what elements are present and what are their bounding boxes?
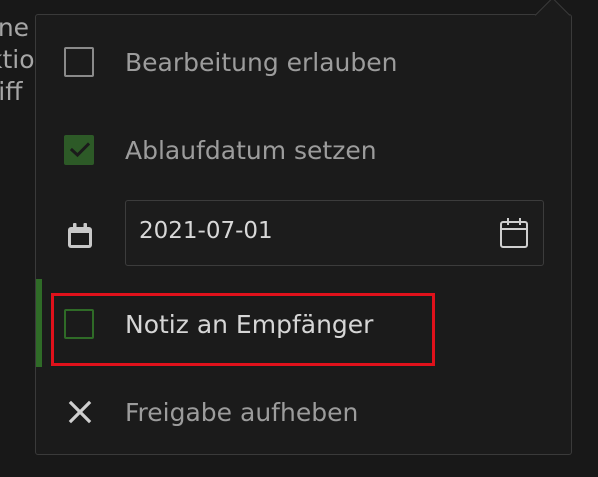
calendar-picker-icon[interactable] (499, 217, 529, 249)
highlight-box (51, 293, 435, 366)
check-icon (70, 142, 90, 158)
allow-editing-label: Bearbeitung erlauben (125, 47, 398, 77)
allow-editing-checkbox[interactable] (64, 47, 94, 77)
share-options-popover: Bearbeitung erlauben Ablaufdatum setzen … (35, 0, 572, 455)
background-text-line: riff (0, 77, 23, 106)
set-expiration-label: Ablaufdatum setzen (125, 135, 377, 165)
background-text-line: rne (0, 13, 30, 42)
expiration-date-value: 2021-07-01 (139, 218, 273, 244)
set-expiration-checkbox[interactable] (64, 135, 94, 165)
unshare-option[interactable]: Freigabe aufheben (36, 369, 571, 455)
calendar-icon (68, 223, 92, 248)
background-text: rne ktio riff (0, 12, 40, 108)
allow-editing-option[interactable]: Bearbeitung erlauben (36, 19, 571, 105)
background-text-line: ktio (0, 45, 35, 74)
unshare-label: Freigabe aufheben (125, 397, 359, 427)
close-icon (68, 400, 92, 424)
expiration-date-input[interactable]: 2021-07-01 (125, 200, 544, 266)
set-expiration-option[interactable]: Ablaufdatum setzen (36, 107, 571, 193)
